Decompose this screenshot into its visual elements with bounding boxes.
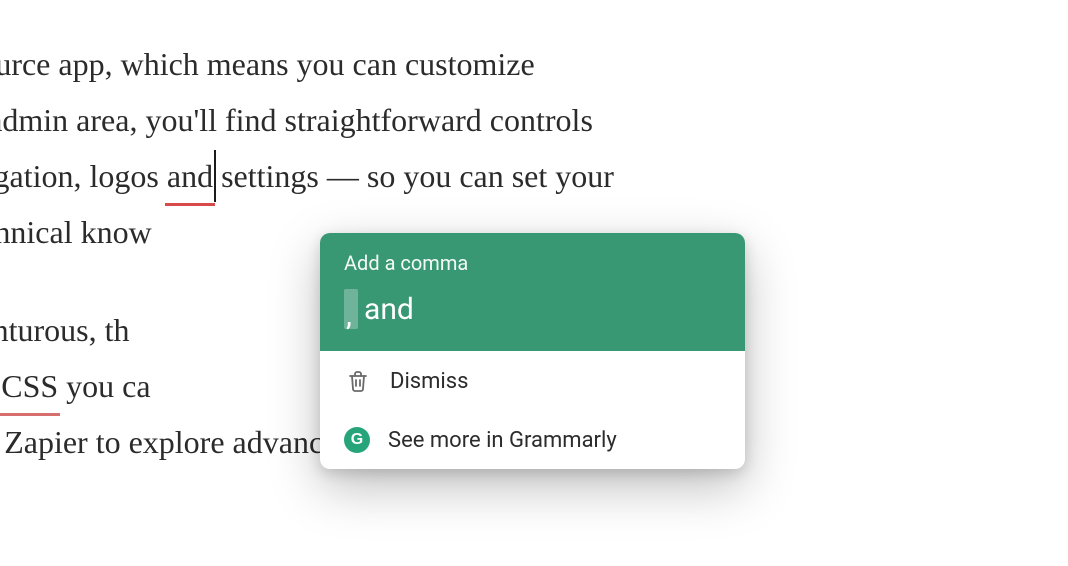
see-more-button[interactable]: G See more in Grammarly: [320, 411, 745, 469]
suggestion-word: and: [364, 292, 414, 327]
dismiss-label: Dismiss: [390, 369, 469, 394]
body-text: settings — so you can set your: [213, 158, 614, 194]
flag-word: and: [167, 158, 213, 194]
flag-word: CSS: [1, 368, 58, 404]
grammar-popover: Add a comma and Dismiss G See more in Gr…: [320, 233, 745, 469]
inserted-comma-icon: [344, 289, 358, 329]
trash-icon: [344, 367, 372, 395]
body-text: you ca: [58, 368, 150, 404]
dismiss-button[interactable]: Dismiss: [320, 351, 745, 411]
grammarly-logo-icon: G: [344, 427, 370, 453]
body-text: s, navigation, logos: [0, 158, 167, 194]
see-more-label: See more in Grammarly: [388, 428, 617, 453]
suggestion-preview: and: [344, 289, 721, 329]
suggestion-hint: Add a comma: [344, 251, 721, 275]
body-text: pen-source app, which means you can cust…: [0, 46, 535, 82]
body-text: No technical know: [0, 214, 152, 250]
apply-suggestion-button[interactable]: Add a comma and: [320, 233, 745, 351]
body-text: le the admin area, you'll find straightf…: [0, 102, 593, 138]
body-text: e adventurous, th: [0, 312, 130, 348]
grammar-flag-css[interactable]: CSS: [1, 358, 58, 414]
text-caret: [214, 150, 216, 202]
grammar-flag-and[interactable]: and: [167, 148, 213, 204]
